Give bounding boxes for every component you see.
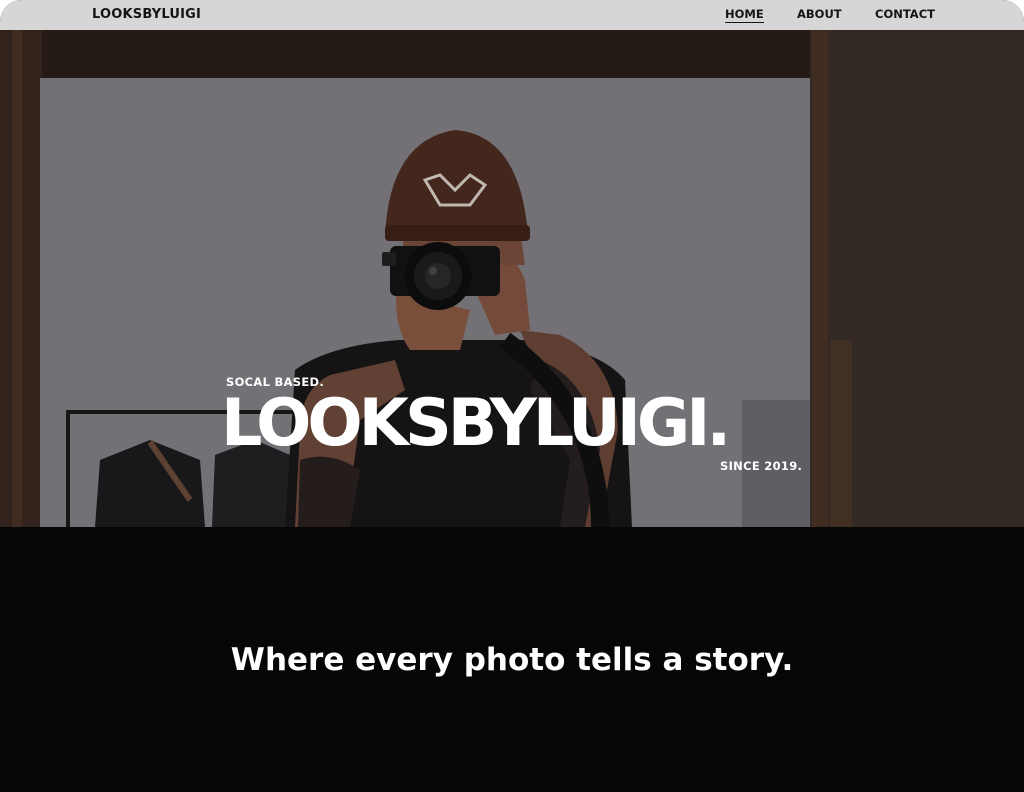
nav-link-contact[interactable]: CONTACT <box>875 7 935 21</box>
top-navigation-bar: LOOKSBYLUIGI HOME ABOUT CONTACT <box>0 0 1024 30</box>
hero-section: SOCAL BASED. LOOKSBYLUIGI. SINCE 2019. <box>0 30 1024 527</box>
nav-link-about[interactable]: ABOUT <box>797 7 842 21</box>
brand-logo[interactable]: LOOKSBYLUIGI <box>92 7 201 22</box>
hero-since-text: SINCE 2019. <box>720 459 803 473</box>
hero-title: LOOKSBYLUIGI. <box>221 386 731 461</box>
tagline-section: Where every photo tells a story. <box>0 527 1024 792</box>
tagline-heading: Where every photo tells a story. <box>230 642 794 678</box>
page-frame: LOOKSBYLUIGI HOME ABOUT CONTACT SOCAL BA… <box>0 0 1024 792</box>
nav-link-home[interactable]: HOME <box>725 7 764 23</box>
